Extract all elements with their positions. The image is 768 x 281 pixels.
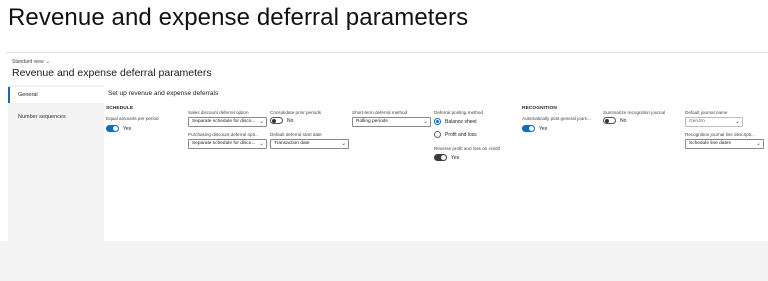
chevron-down-icon: ⌄ <box>45 59 50 65</box>
auto-post-toggle[interactable]: Yes <box>522 125 547 132</box>
schedule-heading: SCHEDULE <box>106 106 134 111</box>
toggle-switch-icon <box>522 125 535 132</box>
nav-item-number-sequences[interactable]: Number sequences <box>8 109 104 125</box>
reverse-pl-value: Yes <box>451 154 460 161</box>
radio-balance-sheet[interactable]: Balance sheet <box>434 118 477 125</box>
radio-checked-icon <box>434 118 441 125</box>
short-term-label: Short-term deferral method <box>352 110 408 115</box>
default-start-label: Default deferral start date <box>270 132 322 137</box>
purchasing-discount-select[interactable]: Separate schedule for disco... ⌄ <box>188 139 267 149</box>
radio-profit-and-loss[interactable]: Profit and loss <box>434 131 477 138</box>
chevron-down-icon: ⌄ <box>755 141 761 147</box>
line-description-label: Recognition journal line descripti... <box>685 132 755 137</box>
short-term-value: Rolling periods <box>356 119 388 124</box>
recognition-heading: RECOGNITION <box>522 106 557 111</box>
line-description-value: Schedule line dates <box>689 141 731 146</box>
reverse-pl-label: Reverse profit and loss on credit <box>434 146 500 151</box>
page-title: Revenue and expense deferral parameters <box>12 67 212 79</box>
default-start-select[interactable]: Transaction date ⌄ <box>270 139 349 149</box>
radio-profit-and-loss-label: Profit and loss <box>445 131 477 138</box>
default-journal-label: Default journal name <box>685 110 728 115</box>
sales-discount-select[interactable]: Separate schedule for disco... ⌄ <box>188 117 267 127</box>
summarize-label: Summarize recognition journal <box>603 110 666 115</box>
form-window: Standard view ⌄ Revenue and expense defe… <box>6 52 768 241</box>
bottom-bar <box>0 241 768 281</box>
toggle-switch-icon <box>603 117 616 124</box>
chevron-down-icon: ⌄ <box>258 119 264 125</box>
short-term-select[interactable]: Rolling periods ⌄ <box>352 117 431 127</box>
consolidate-value: No <box>287 117 294 124</box>
equal-amounts-label: Equal amounts per period <box>106 116 159 121</box>
consolidate-toggle[interactable]: No <box>270 117 293 124</box>
radio-unchecked-icon <box>434 131 441 138</box>
consolidate-label: Consolidate prior periods <box>270 110 322 115</box>
default-start-value: Transaction date <box>274 141 310 146</box>
section-title: Set up revenue and expense deferrals <box>108 90 219 97</box>
purchasing-discount-value: Separate schedule for disco... <box>192 141 256 146</box>
sales-discount-value: Separate schedule for disco... <box>192 119 256 124</box>
auto-post-label: Automatically post general journ... <box>522 116 592 121</box>
toggle-switch-icon <box>270 117 283 124</box>
line-description-select[interactable]: Schedule line dates ⌄ <box>685 139 764 149</box>
chevron-down-icon: ⌄ <box>734 119 740 125</box>
reverse-pl-toggle[interactable]: Yes <box>434 154 459 161</box>
equal-amounts-value: Yes <box>123 125 132 132</box>
view-selector-label: Standard view <box>12 59 44 65</box>
chevron-down-icon: ⌄ <box>340 141 346 147</box>
purchasing-discount-label: Purchasing discount deferral opti... <box>188 132 259 137</box>
left-nav: General Number sequences <box>8 85 104 241</box>
toggle-switch-icon <box>434 154 447 161</box>
posting-method-label: Deferral posting method <box>434 110 484 115</box>
equal-amounts-toggle[interactable]: Yes <box>106 125 131 132</box>
summarize-toggle[interactable]: No <box>603 117 626 124</box>
view-selector[interactable]: Standard view ⌄ <box>12 59 50 65</box>
sales-discount-label: Sales discount deferral option <box>188 110 249 115</box>
default-journal-select[interactable]: GenJrn ⌄ <box>685 117 743 127</box>
default-journal-value: GenJrn <box>689 119 705 124</box>
summarize-value: No <box>620 117 627 124</box>
slide-title: Revenue and expense deferral parameters <box>8 4 469 31</box>
auto-post-value: Yes <box>539 125 548 132</box>
nav-item-general[interactable]: General <box>8 87 104 103</box>
radio-balance-sheet-label: Balance sheet <box>445 118 477 125</box>
chevron-down-icon: ⌄ <box>422 119 428 125</box>
chevron-down-icon: ⌄ <box>258 141 264 147</box>
toggle-switch-icon <box>106 125 119 132</box>
